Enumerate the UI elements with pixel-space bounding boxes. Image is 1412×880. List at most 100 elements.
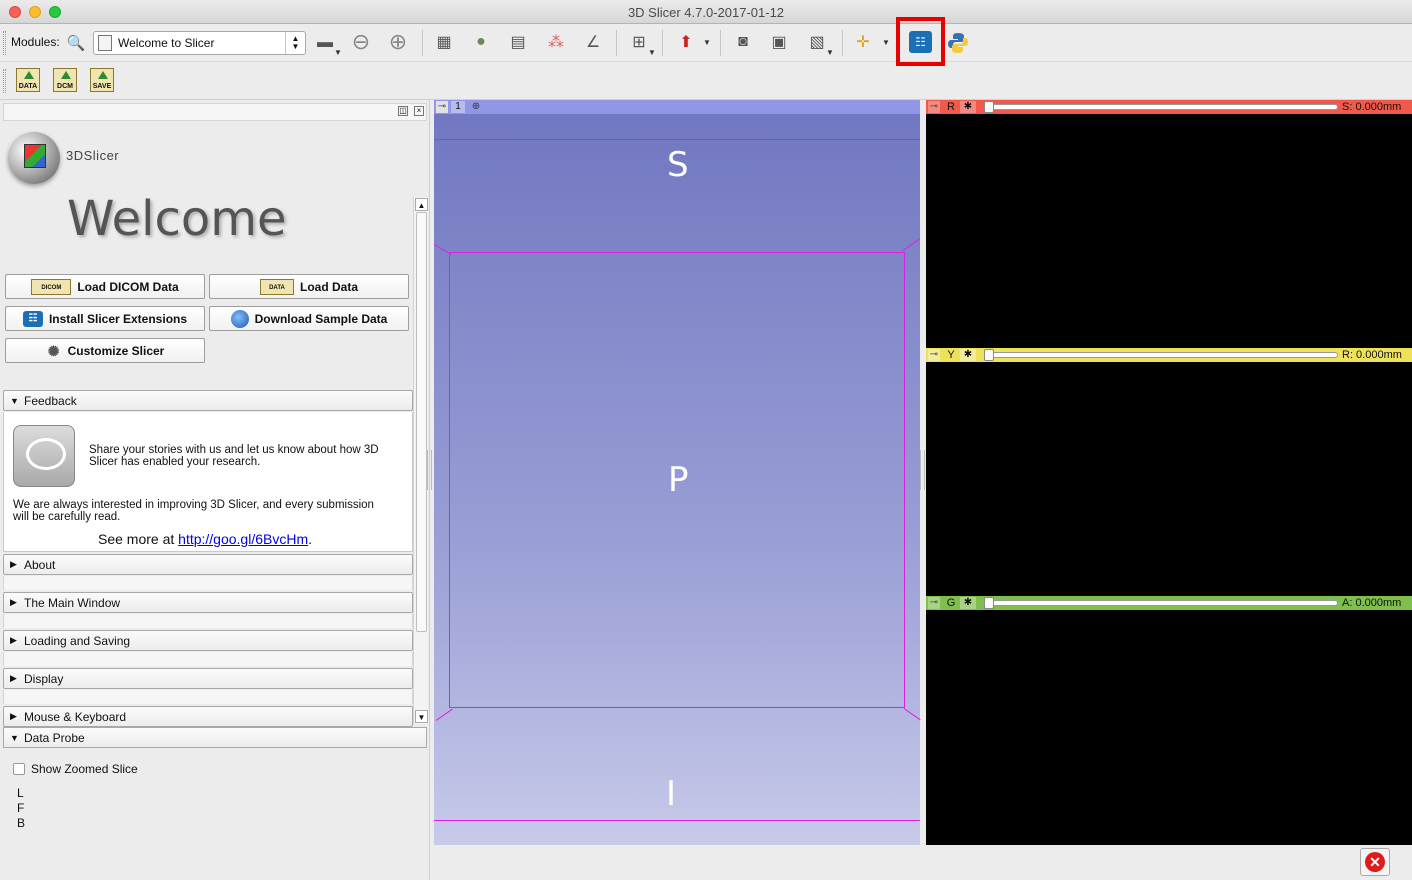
arrow-marker-icon[interactable]: ⬆: [675, 31, 697, 53]
customize-slicer-button[interactable]: ✺ Customize Slicer: [5, 338, 205, 363]
show-zoomed-slice-label: Show Zoomed Slice: [31, 762, 138, 776]
main-window-section-header[interactable]: ▶ The Main Window: [3, 592, 413, 613]
pin-icon[interactable]: ⊸: [928, 101, 940, 113]
slice-options-icon[interactable]: ✱: [960, 349, 976, 361]
slice-options-icon[interactable]: ✱: [960, 597, 976, 609]
crosshair-icon[interactable]: ✛: [852, 31, 874, 53]
install-extensions-button[interactable]: ☷ Install Slicer Extensions: [5, 306, 205, 331]
collapse-arrow-icon: ▼: [10, 732, 19, 743]
feedback-header-label: Feedback: [24, 393, 77, 408]
expand-arrow-icon: ▶: [10, 673, 17, 683]
yellow-slice-view[interactable]: [926, 362, 1412, 596]
cube-3d-icon[interactable]: ▦: [433, 31, 455, 53]
logo-text: 3DSlicer: [66, 148, 120, 163]
box-edge: [449, 252, 905, 253]
scroll-up-icon[interactable]: ▲: [415, 198, 428, 211]
display-section-header[interactable]: ▶ Display: [3, 668, 413, 689]
curve-icon[interactable]: ∠: [582, 31, 604, 53]
scene-view-icon[interactable]: ▣: [768, 31, 790, 53]
toolbar-toggle-icon[interactable]: ▬: [314, 32, 336, 54]
green-slider-knob[interactable]: [984, 597, 994, 609]
red-slice-slider[interactable]: [986, 104, 1338, 110]
forward-icon[interactable]: ⊕: [387, 29, 409, 54]
data-toolbar: [0, 62, 1412, 100]
feedback-section-header[interactable]: ▼ Feedback: [3, 390, 413, 411]
section-spacer: [3, 576, 413, 590]
layout-icon[interactable]: ⊞: [628, 31, 650, 53]
yellow-slider-knob[interactable]: [984, 349, 994, 361]
about-section-header[interactable]: ▶ About: [3, 554, 413, 575]
load-dicom-data-button[interactable]: DICOM Load DICOM Data: [5, 274, 205, 299]
chevron-down-icon[interactable]: ▼: [334, 48, 342, 57]
speech-bubble-icon: [13, 425, 75, 487]
chevron-down-icon[interactable]: ▼: [882, 38, 890, 47]
center-view-icon[interactable]: ⊕: [469, 101, 483, 113]
download-sample-data-button[interactable]: Download Sample Data: [209, 306, 409, 331]
save-button[interactable]: SAVE: [90, 68, 114, 92]
globe-icon: [230, 309, 249, 328]
yellow-slice-offset: R: 0.000mm: [1342, 349, 1402, 361]
pin-icon[interactable]: ⊸: [436, 101, 448, 113]
search-icon[interactable]: 🔍: [65, 32, 87, 54]
scrollbar-thumb[interactable]: [416, 212, 427, 632]
modules-label: Modules:: [11, 35, 60, 49]
loading-saving-section-header[interactable]: ▶ Loading and Saving: [3, 630, 413, 651]
section-spacer: [3, 690, 413, 704]
load-data-button[interactable]: DATA Load Data: [209, 274, 409, 299]
probe-row-f: F: [17, 801, 25, 815]
pin-icon[interactable]: ⊸: [928, 349, 940, 361]
toolbar-grip[interactable]: [3, 69, 6, 93]
main-toolbar: Modules: 🔍 Welcome to Slicer ▲ ▼ ▬ ▼ ⊖ ⊕ …: [0, 24, 1412, 62]
panel-scrollbar[interactable]: ▲ ▼: [413, 197, 428, 724]
mouse-keyboard-section-header[interactable]: ▶ Mouse & Keyboard: [3, 706, 413, 727]
module-selector[interactable]: Welcome to Slicer ▲ ▼: [93, 31, 306, 55]
load-data-button[interactable]: DATA: [16, 68, 40, 92]
pin-icon[interactable]: ⊸: [928, 597, 940, 609]
camera-list-icon[interactable]: ▧: [806, 31, 828, 53]
volume-dots-icon[interactable]: ⁂: [545, 31, 567, 53]
chevron-down-icon[interactable]: ▼: [826, 48, 834, 57]
toolbar-separator: [422, 30, 423, 56]
data-probe-header[interactable]: ▼ Data Probe: [3, 727, 427, 748]
section-spacer: [3, 652, 413, 666]
yellow-slice-slider[interactable]: [986, 352, 1338, 358]
document-icon: [98, 35, 112, 51]
download-sample-data-label: Download Sample Data: [254, 311, 388, 326]
error-icon: ✕: [1365, 852, 1385, 872]
back-icon[interactable]: ⊖: [350, 29, 372, 54]
axis-label-inferior: I: [666, 774, 677, 814]
green-slice-slider[interactable]: [986, 600, 1338, 606]
screenshot-icon[interactable]: ◙: [732, 31, 754, 53]
error-log-button[interactable]: ✕: [1360, 848, 1390, 876]
see-more-label: See more at: [98, 531, 175, 547]
slice-stack-icon[interactable]: ▤: [507, 31, 529, 53]
close-panel-icon[interactable]: ×: [414, 106, 424, 116]
toolbar-grip[interactable]: [3, 31, 6, 55]
green-slice-view[interactable]: [926, 610, 1412, 845]
red-slider-knob[interactable]: [984, 101, 994, 113]
toolbar-separator: [720, 30, 721, 56]
see-more-line: See more at http://goo.gl/6BvcHm.: [98, 532, 312, 546]
feedback-link[interactable]: http://goo.gl/6BvcHm: [178, 531, 308, 547]
install-extensions-label: Install Slicer Extensions: [48, 311, 188, 326]
python-icon[interactable]: [946, 31, 970, 55]
show-zoomed-slice-checkbox[interactable]: [13, 763, 25, 775]
slice-options-icon[interactable]: ✱: [960, 101, 976, 113]
box-edge: [449, 252, 450, 708]
load-dicom-button[interactable]: DCM: [53, 68, 77, 92]
chevron-down-icon[interactable]: ▼: [703, 38, 711, 47]
scroll-down-icon[interactable]: ▼: [415, 710, 428, 723]
chevron-down-icon[interactable]: ▼: [648, 48, 656, 57]
gear-icon: ✺: [47, 342, 60, 359]
box-edge: [904, 252, 905, 708]
extension-manager-icon[interactable]: ☷: [909, 31, 932, 53]
feedback-text-line2: Slicer has enabled your research.: [89, 456, 261, 468]
panel-splitter[interactable]: [427, 450, 432, 490]
red-slice-view[interactable]: [926, 114, 1412, 348]
data-icon: DATA: [259, 278, 294, 295]
float-panel-icon[interactable]: ◫: [398, 106, 408, 116]
chevron-updown-icon[interactable]: ▲ ▼: [285, 32, 305, 54]
view-splitter[interactable]: [920, 450, 925, 490]
brain-icon[interactable]: ●: [470, 31, 492, 53]
red-slice-offset: S: 0.000mm: [1342, 101, 1402, 113]
